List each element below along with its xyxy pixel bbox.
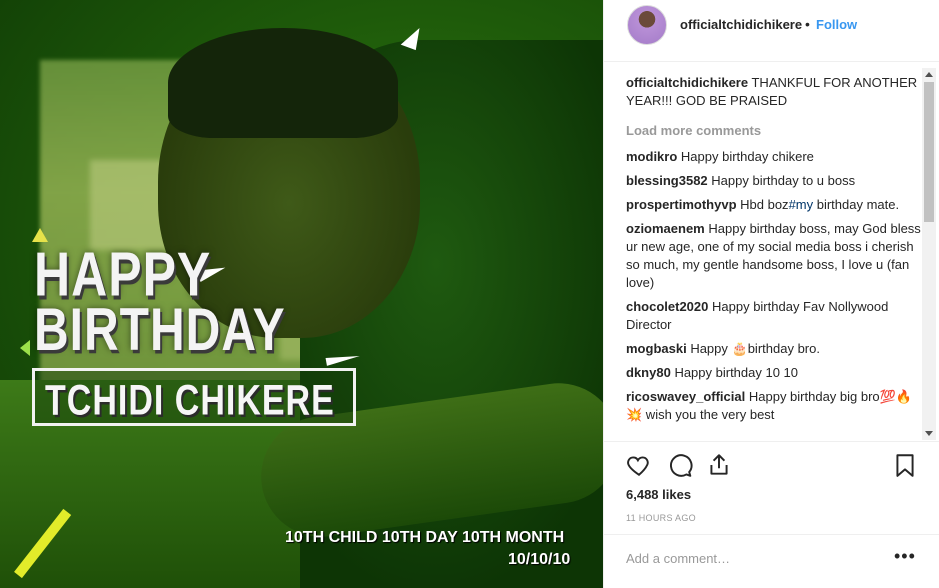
post-sidebar: officialtchidichikere • Follow officialt… [603,0,939,588]
comment-item: chocolet2020 Happy birthday Fav Nollywoo… [626,298,922,334]
comment-text: birthday mate. [813,197,900,212]
bookmark-icon[interactable] [892,452,918,478]
comments-list: officialtchidichikere THANKFUL FOR ANOTH… [626,68,922,440]
person-hair [168,28,398,138]
hashtag-link[interactable]: #my [789,197,814,212]
comment-username[interactable]: blessing3582 [626,173,708,188]
scroll-down-icon[interactable] [925,431,933,436]
scrollbar-thumb[interactable] [924,82,934,222]
comment-text: birthday bro. [747,341,820,356]
comment-text: Happy birthday chikere [680,149,814,164]
comment-username[interactable]: chocolet2020 [626,299,708,314]
comment-username[interactable]: prospertimothyvp [626,197,737,212]
post-caption: officialtchidichikere THANKFUL FOR ANOTH… [626,74,922,110]
name-banner: TCHIDI CHIKERE [32,368,356,426]
add-comment-bar: Add a comment… ••• [604,534,939,588]
post-header: officialtchidichikere • Follow [604,0,939,62]
image-subcaption: 10TH CHILD 10TH DAY 10TH MONTH [285,529,565,546]
comment-icon[interactable] [667,452,693,478]
add-comment-input[interactable]: Add a comment… [626,551,730,566]
caption-username[interactable]: officialtchidichikere [626,75,748,90]
comment-item: oziomaenem Happy birthday boss, may God … [626,220,922,292]
share-icon[interactable] [706,452,732,478]
post-actions: 6,488 likes 11 HOURS AGO [604,441,939,533]
comment-username[interactable]: oziomaenem [626,221,705,236]
comments-scrollbar[interactable] [922,68,936,440]
post-image[interactable]: HAPPY BIRTHDAY TCHIDI CHIKERE 10TH CHILD… [0,0,603,588]
comment-text: Happy [690,341,732,356]
comment-text: Happy birthday big bro [748,389,880,404]
image-date: 10/10/10 [508,551,571,568]
load-more-comments-button[interactable]: Load more comments [626,122,922,140]
avatar[interactable] [627,5,667,45]
comment-username[interactable]: mogbaski [626,341,687,356]
comment-username[interactable]: dkny80 [626,365,671,380]
comment-text: Happy birthday to u boss [711,173,856,188]
comment-username[interactable]: modikro [626,149,677,164]
name-banner-text: TCHIDI CHIKERE [45,377,335,425]
headline-birthday: BIRTHDAY [34,297,286,364]
comment-username[interactable]: ricoswavey_official [626,389,745,404]
header-username[interactable]: officialtchidichikere [680,17,802,32]
likes-count[interactable]: 6,488 likes [626,487,691,502]
comment-item: dkny80 Happy birthday 10 10 [626,364,922,382]
separator-dot: • [805,16,810,32]
comment-text: Happy birthday 10 10 [674,365,799,380]
more-options-icon[interactable]: ••• [894,546,916,567]
decor-triangle [20,340,30,356]
cake-emoji-icon: 🎂 [731,341,748,356]
comment-item: prospertimothyvp Hbd boz#my birthday mat… [626,196,922,214]
follow-button[interactable]: Follow [816,17,857,32]
post-timestamp[interactable]: 11 HOURS AGO [626,513,696,523]
scroll-up-icon[interactable] [925,72,933,77]
comment-text: wish you the very best [642,407,775,422]
heart-icon[interactable] [626,452,652,478]
comment-item: modikro Happy birthday chikere [626,148,922,166]
comment-item: blessing3582 Happy birthday to u boss [626,172,922,190]
comment-text: Hbd boz [740,197,789,212]
comment-item: mogbaski Happy 🎂birthday bro. [626,340,922,358]
comment-item: ricoswavey_official Happy birthday big b… [626,388,922,424]
